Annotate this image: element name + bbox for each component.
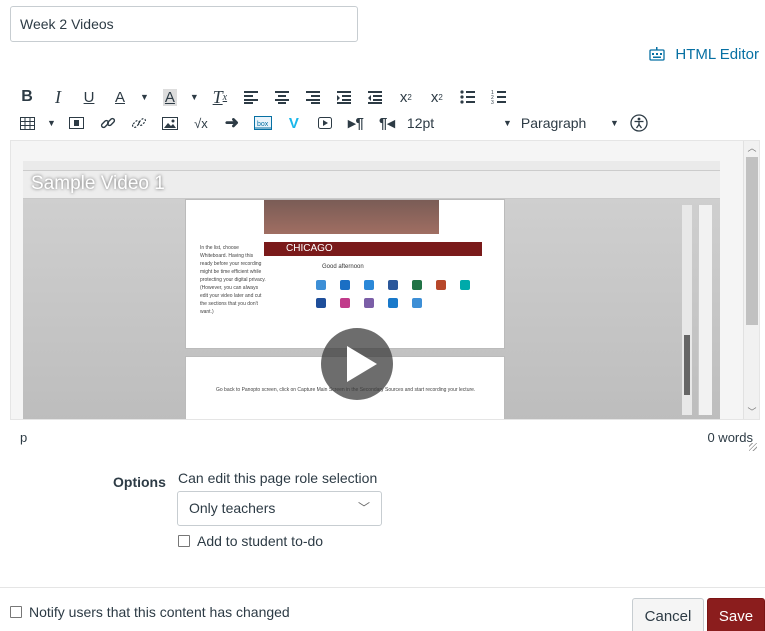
role-select[interactable]: Only teachers ﹀ — [177, 491, 382, 526]
ltr-icon[interactable]: ▸¶ — [345, 110, 367, 136]
unlink-icon[interactable] — [128, 110, 150, 136]
font-size-value: 12pt — [406, 115, 435, 131]
element-path: p — [20, 430, 28, 445]
editor-toolbar-row-1: B I U A ▼ A ▼ Tx x2 x2 123 — [16, 84, 519, 110]
font-size-select[interactable]: 12pt ▼ — [407, 110, 512, 136]
table-dropdown[interactable]: ▼ — [47, 110, 56, 136]
notify-checkbox[interactable] — [10, 606, 22, 618]
todo-checkbox[interactable] — [178, 535, 190, 547]
subscript-button[interactable]: x2 — [426, 84, 448, 110]
equation-icon[interactable]: √x — [190, 110, 212, 136]
indent-button[interactable] — [364, 84, 386, 110]
cancel-button[interactable]: Cancel — [632, 598, 704, 631]
word-count: 0 words — [707, 430, 753, 445]
align-left-button[interactable] — [240, 84, 262, 110]
block-format-select[interactable]: Paragraph ▼ — [521, 110, 619, 136]
block-format-value: Paragraph — [520, 115, 587, 131]
play-icon — [347, 346, 377, 382]
media-button[interactable] — [66, 110, 88, 136]
video-title: Sample Video 1 — [31, 173, 165, 194]
bulleted-list-button[interactable] — [457, 84, 479, 110]
html-editor-label: HTML Editor — [675, 45, 759, 63]
underline-button[interactable]: U — [78, 84, 100, 110]
apps-arrow-icon[interactable]: ➜ — [221, 110, 243, 136]
superscript-button[interactable]: x2 — [395, 84, 417, 110]
bold-button[interactable]: B — [16, 84, 38, 110]
resize-handle-icon[interactable] — [749, 443, 757, 451]
chevron-down-icon: ▼ — [610, 118, 619, 128]
align-center-button[interactable] — [271, 84, 293, 110]
svg-text:3: 3 — [491, 100, 494, 104]
chevron-down-icon[interactable]: ﹀ — [744, 405, 759, 419]
student-todo-option[interactable]: Add to student to-do — [178, 533, 323, 549]
editor-toolbar-row-2: ▼ √x ➜ box V ▸¶ ¶◂ 12pt ▼ Paragraph ▼ — [16, 110, 659, 136]
todo-label: Add to student to-do — [197, 533, 324, 549]
clear-formatting-button[interactable]: Tx — [209, 84, 231, 110]
background-color-button[interactable]: A — [159, 84, 181, 110]
video-frame-photo — [264, 200, 439, 234]
background-color-dropdown[interactable]: ▼ — [190, 84, 199, 110]
keyboard-icon — [649, 47, 666, 61]
video-frame-page-1: CHICAGO In the list, choose Whiteboard. … — [185, 199, 505, 349]
chevron-down-icon: ▼ — [503, 118, 512, 128]
box-icon[interactable]: box — [252, 110, 274, 136]
video-frame-sidebar — [698, 205, 712, 415]
options-label: Options — [113, 474, 166, 490]
video-frame-app-grid — [316, 280, 476, 308]
chevron-up-icon[interactable]: ︿ — [744, 141, 759, 155]
chevron-down-icon: ﹀ — [357, 501, 370, 515]
rtl-icon[interactable]: ¶◂ — [376, 110, 398, 136]
align-right-button[interactable] — [302, 84, 324, 110]
outdent-button[interactable] — [333, 84, 355, 110]
italic-button[interactable]: I — [47, 84, 69, 110]
video-frame-text-1: In the list, choose Whiteboard. Having t… — [200, 245, 266, 315]
text-color-button[interactable]: A — [109, 84, 131, 110]
video-frame-banner-text: CHICAGO — [286, 243, 333, 254]
editor-scrollbar[interactable]: ︿ ﹀ — [743, 141, 759, 419]
numbered-list-button[interactable]: 123 — [488, 84, 510, 110]
vimeo-icon[interactable]: V — [283, 110, 305, 136]
video-frame-titlebar — [23, 161, 720, 171]
play-button[interactable] — [321, 328, 393, 400]
embedded-video[interactable]: CHICAGO In the list, choose Whiteboard. … — [23, 161, 720, 419]
role-selection-heading: Can edit this page role selection — [178, 470, 378, 486]
accessibility-checker-icon[interactable] — [628, 110, 650, 136]
image-icon[interactable] — [159, 110, 181, 136]
rich-content-editor[interactable]: CHICAGO In the list, choose Whiteboard. … — [10, 140, 760, 420]
editor-scroll-thumb[interactable] — [746, 157, 758, 325]
video-embed-icon[interactable] — [314, 110, 336, 136]
footer-divider — [0, 587, 765, 588]
link-icon[interactable] — [97, 110, 119, 136]
text-color-dropdown[interactable]: ▼ — [140, 84, 149, 110]
html-editor-link[interactable]: HTML Editor — [649, 44, 759, 64]
save-button[interactable]: Save — [707, 598, 765, 631]
video-frame-greeting: Good afternoon — [322, 264, 364, 270]
table-button[interactable] — [16, 110, 38, 136]
svg-text:box: box — [257, 121, 269, 128]
role-select-value: Only teachers — [189, 500, 276, 516]
page-title-input[interactable]: Week 2 Videos — [10, 6, 358, 42]
video-frame-scrollbar — [682, 205, 692, 415]
notify-users-option[interactable]: Notify users that this content has chang… — [10, 604, 290, 620]
notify-label: Notify users that this content has chang… — [29, 604, 290, 620]
